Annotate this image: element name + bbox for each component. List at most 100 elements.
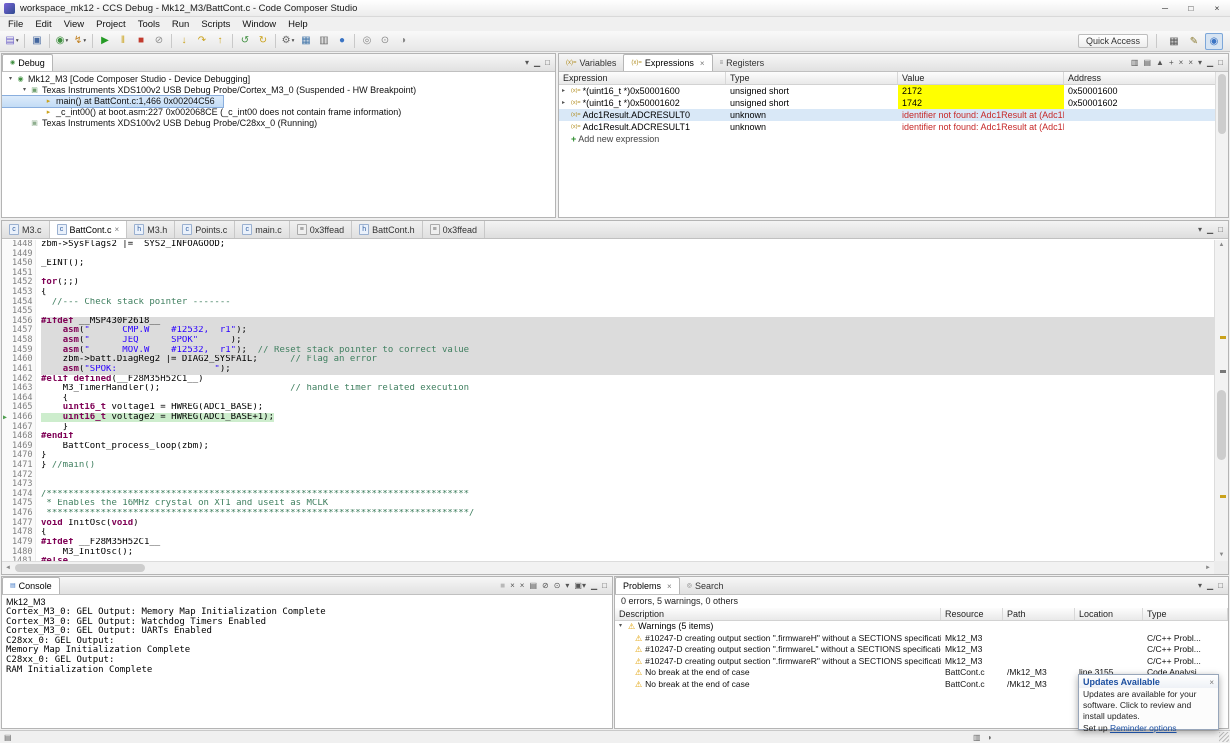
debug-tree-row[interactable]: ▣ Texas Instruments XDS100v2 USB Debug Pr…	[2, 118, 325, 129]
debug-tree-row[interactable]: ▾ ◉ Mk12_M3 [Code Composer Studio - Device…	[2, 74, 258, 85]
tab-search[interactable]: ◎ Search	[680, 577, 731, 594]
code-line[interactable]: 1453{	[2, 287, 1214, 298]
menu-edit[interactable]: Edit	[29, 18, 57, 31]
code-line[interactable]: 1457 asm(" CMP.W #12532, r1");	[2, 326, 1214, 337]
maximize-icon[interactable]: □	[1218, 58, 1223, 67]
debug-tree-row[interactable]: ▾ ▣ Texas Instruments XDS100v2 USB Debug P…	[2, 85, 424, 96]
menu-help[interactable]: Help	[282, 18, 314, 31]
editor-tab-0x3ffead[interactable]: ≡ 0x3ffead	[289, 221, 353, 238]
code-line[interactable]: 1458 asm(" JEQ SPOK" );	[2, 335, 1214, 346]
code-line[interactable]: 1473	[2, 480, 1214, 490]
console-output[interactable]: Mk12_M3 Cortex_M3_0: GEL Output: Memory …	[2, 595, 612, 728]
code-line[interactable]: 1476 ***********************************…	[2, 508, 1214, 519]
overview-marker[interactable]	[1220, 370, 1226, 373]
close-icon[interactable]: ×	[667, 582, 672, 591]
debug-tree-row[interactable]: ▸ main() at BattCont.c:1,466 0x00204C56	[2, 95, 224, 108]
code-line[interactable]: 1465 uint16_t voltage1 = HWREG(ADC1_BASE…	[2, 403, 1214, 413]
editor-tab-battcont-h[interactable]: h BattCont.h	[352, 221, 423, 238]
minimize-icon[interactable]: ▁	[591, 581, 597, 590]
minimize-icon[interactable]: ▁	[1207, 225, 1213, 234]
code-line[interactable]: 1463 M3_TimerHandler(); // handle timer …	[2, 384, 1214, 394]
editor-tab-m3-c[interactable]: c M3.c	[2, 221, 50, 238]
expression-row[interactable]: ▸ (x)= *(uint16_t *)0x50001602 unsigned sho…	[559, 97, 1228, 109]
minimize-button[interactable]: ─	[1152, 1, 1178, 16]
code-line[interactable]: 1448 zbm->SysFlags2 |= SYS2_INFOAGOOD;	[2, 240, 1214, 250]
restart-icon[interactable]: ↺	[237, 33, 253, 50]
show-type-names-icon[interactable]: ▥	[1131, 58, 1139, 67]
menu-tools[interactable]: Tools	[132, 18, 166, 31]
code-line[interactable]: 1480 M3_InitOsc();	[2, 547, 1214, 558]
step-over-icon[interactable]: ↷	[194, 33, 210, 50]
code-line[interactable]: 1466 uint16_t voltage2 = HWREG(ADC1_BASE…	[2, 412, 1214, 423]
memory-view-icon[interactable]: ▦	[298, 33, 314, 50]
registers-view-icon[interactable]: ▥	[316, 33, 332, 50]
editor-tab-main-c[interactable]: c main.c	[235, 221, 290, 238]
scrollbar-thumb[interactable]	[1217, 390, 1226, 460]
tab-debug[interactable]: ◉ Debug	[2, 54, 53, 71]
code-line[interactable]: 1479 #ifdef __F28M35H52C1__	[2, 537, 1214, 548]
menu-file[interactable]: File	[2, 18, 29, 31]
problem-row[interactable]: ⚠ #10247-D creating output section ".firm…	[615, 644, 1228, 656]
add-expression-row[interactable]: + Add new expression	[559, 133, 1228, 145]
watch-icon[interactable]: ◎	[359, 33, 375, 50]
expressions-scrollbar[interactable]	[1215, 72, 1228, 217]
minimize-icon[interactable]: ▁	[1207, 58, 1213, 67]
debug-tree-row[interactable]: ▸ _c_int00() at boot.asm:227 0x002068CE (…	[2, 107, 409, 118]
overview-marker[interactable]	[1220, 495, 1226, 498]
display-console-icon[interactable]: ▾	[565, 581, 569, 590]
minimize-icon[interactable]: ▁	[1207, 581, 1213, 590]
minimize-icon[interactable]: ▁	[534, 58, 540, 67]
editor-tab-battcont-c[interactable]: c BattCont.c ×	[49, 221, 128, 238]
tab-variables[interactable]: (x)= Variables	[559, 54, 623, 71]
status-activity-icon[interactable]: ◑	[987, 733, 992, 742]
close-button[interactable]: ×	[1204, 1, 1230, 16]
scrollbar-thumb[interactable]	[15, 564, 145, 572]
clear-console-icon[interactable]: ▤	[529, 581, 537, 590]
code-line[interactable]: 1471} //main()	[2, 460, 1214, 471]
breakpoints-view-icon[interactable]: ●	[334, 33, 350, 50]
column-header-description[interactable]: Description	[615, 608, 941, 620]
status-tray-icon[interactable]: ▤	[4, 733, 12, 742]
view-menu-icon[interactable]: ▾	[525, 58, 529, 67]
code-line[interactable]: 1451	[2, 268, 1214, 279]
remove-all-expressions-icon[interactable]: ×	[1188, 58, 1193, 67]
view-menu-icon[interactable]: ▾	[1198, 58, 1202, 67]
collapse-all-icon[interactable]: ▲	[1156, 58, 1164, 67]
tree-expand-icon[interactable]: ▸	[562, 97, 569, 109]
tab-problems[interactable]: Problems ×	[615, 577, 680, 594]
code-editor[interactable]: 1448 zbm->SysFlags2 |= SYS2_INFOAGOOD; 144…	[2, 240, 1214, 561]
remove-expression-icon[interactable]: ×	[1179, 58, 1184, 67]
new-file-icon[interactable]: ▤ ▾	[4, 33, 20, 50]
code-line[interactable]: 1452 for(;;)	[2, 278, 1214, 289]
profile-icon[interactable]: ◑	[395, 33, 411, 50]
code-line[interactable]: 1449	[2, 249, 1214, 260]
code-line[interactable]: 1468 #endif	[2, 432, 1214, 442]
build-icon[interactable]: ⚙ ▾	[280, 33, 296, 50]
scrollbar-right-icon[interactable]: ►	[1202, 562, 1214, 574]
expression-row[interactable]: ▸ (x)= *(uint16_t *)0x50001600 unsigned sho…	[559, 85, 1228, 97]
code-line[interactable]: 1450 _EINT();	[2, 259, 1214, 269]
tab-registers[interactable]: ≡ Registers	[713, 54, 772, 71]
code-line[interactable]: 1461 asm("SPOK: ");	[2, 364, 1214, 375]
overview-marker[interactable]	[1220, 336, 1226, 339]
code-line[interactable]: 1477 void InitOsc(void)	[2, 518, 1214, 529]
editor-tab-m3-h[interactable]: h M3.h	[127, 221, 176, 238]
column-header-expression[interactable]: Expression	[559, 72, 726, 84]
tab-console[interactable]: ▤ Console	[2, 577, 60, 594]
save-icon[interactable]: ▣	[29, 33, 45, 50]
expression-row[interactable]: (x)= Adc1Result.ADCRESULT0 unknown identifi…	[559, 109, 1228, 121]
tab-expressions[interactable]: (x)= Expressions ×	[623, 54, 713, 71]
scrollbar-thumb[interactable]	[1218, 74, 1226, 134]
code-line[interactable]: 1478{	[2, 528, 1214, 538]
maximize-button[interactable]: □	[1178, 1, 1204, 16]
column-header-path[interactable]: Path	[1003, 608, 1075, 620]
remove-launch-icon[interactable]: ×	[510, 581, 515, 590]
problem-row[interactable]: ⚠ #10247-D creating output section ".firm…	[615, 633, 1228, 645]
code-line[interactable]: 1474/***********************************…	[2, 489, 1214, 500]
code-line[interactable]: 1462 #elif defined(__F28M35H52C1__)	[2, 374, 1214, 385]
column-header-address[interactable]: Address	[1064, 72, 1228, 84]
menu-view[interactable]: View	[58, 18, 90, 31]
ccs-debug-perspective-icon[interactable]: ◉	[1205, 32, 1223, 50]
disconnect-icon[interactable]: ⊘	[151, 33, 167, 50]
code-line[interactable]: 1469 BattCont_process_loop(zbm);	[2, 441, 1214, 452]
